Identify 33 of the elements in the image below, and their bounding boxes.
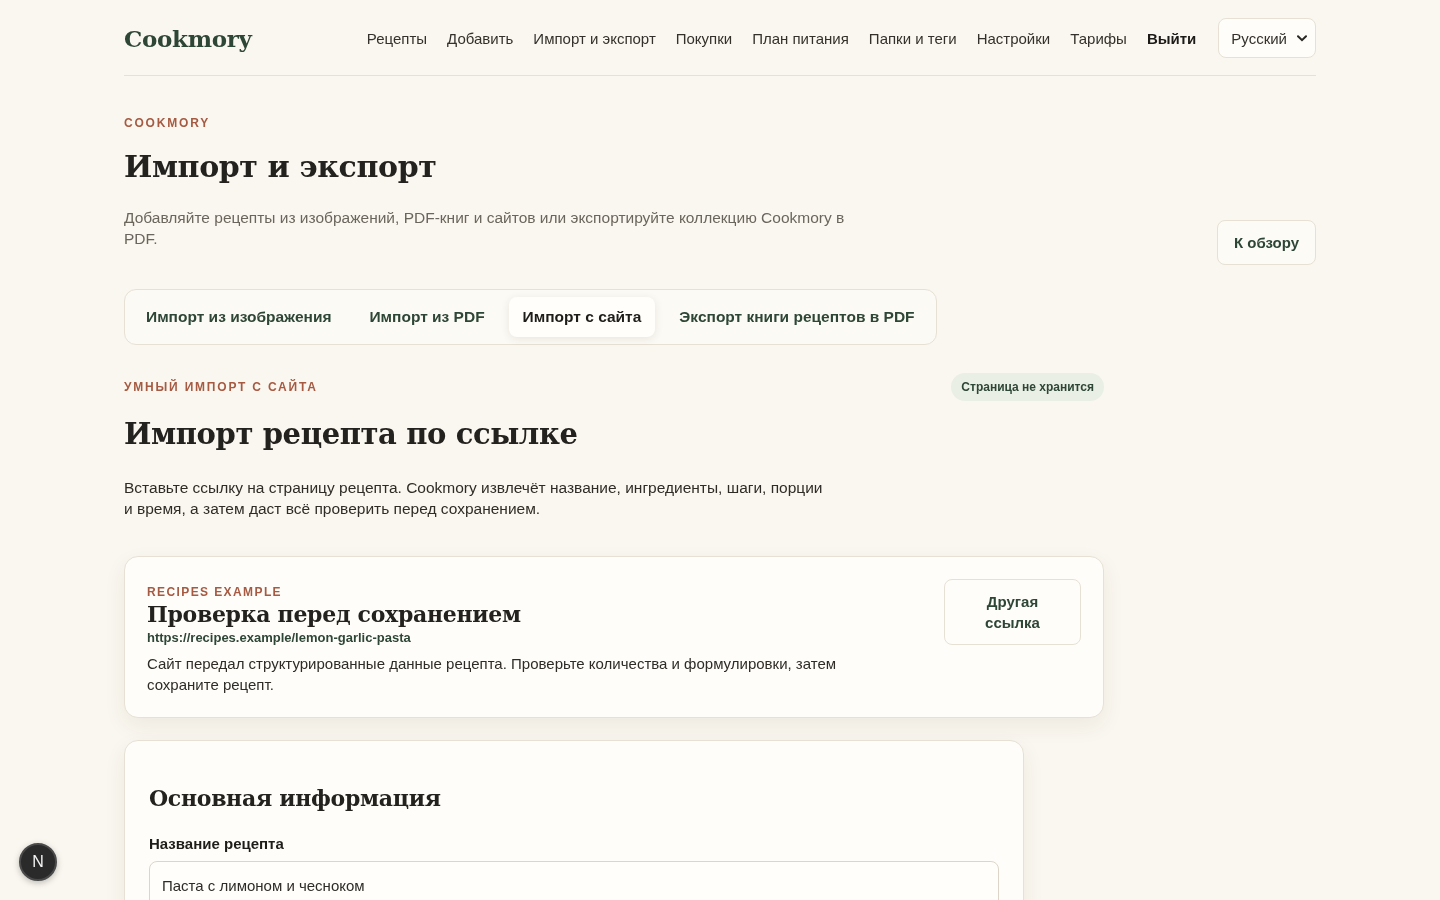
nav-link[interactable]: Покупки	[675, 29, 733, 47]
logout-link[interactable]: Выйти	[1146, 29, 1197, 47]
nav-link[interactable]: Импорт и экспорт	[533, 29, 656, 47]
tab[interactable]: Экспорт книги рецептов в PDF	[665, 297, 929, 337]
review-title: Проверка перед сохранением	[147, 600, 522, 629]
nav-link[interactable]: Тарифы	[1070, 29, 1127, 47]
recipe-name-input[interactable]: Паста с лимоном и чесноком	[149, 861, 999, 900]
section-title: Импорт рецепта по ссылке	[124, 416, 579, 453]
recipe-url: https://recipes.example/lemon-garlic-pasta	[147, 629, 412, 647]
language-select[interactable]: Русский	[1218, 18, 1316, 58]
tab[interactable]: Импорт с сайта	[508, 297, 656, 337]
section-eyebrow: УМНЫЙ ИМПОРТ С САЙТА	[124, 380, 318, 394]
dev-tools-button[interactable]: N	[19, 843, 57, 881]
review-message: Сайт передал структурированные данные рецепта. Проверьте количества и формулировки, затем сохраните рецепт.	[147, 654, 838, 695]
privacy-badge: Страница не хранится	[951, 373, 1104, 401]
back-to-overview-button[interactable]: К обзору	[1216, 220, 1316, 265]
page-title: Импорт и экспорт	[124, 148, 438, 186]
card-title: Основная информация	[149, 784, 442, 813]
tab[interactable]: Импорт из PDF	[355, 297, 499, 337]
field-label: Название рецепта	[149, 834, 285, 854]
other-link-button[interactable]: Другая ссылка	[944, 579, 1081, 645]
source-label: RECIPES EXAMPLE	[147, 585, 284, 599]
section-description: Вставьте ссылку на страницу рецепта. Cookmory извлечёт название, ингредиенты, шаги, порции и время, а затем даст всё проверить перед сохранением.	[124, 478, 824, 519]
nav-link[interactable]: Папки и теги	[868, 29, 957, 47]
nav-link[interactable]: Рецепты	[366, 29, 428, 47]
tab[interactable]: Импорт из изображения	[132, 297, 346, 337]
chevron-down-icon	[1297, 34, 1307, 42]
nav-link[interactable]: Настройки	[976, 29, 1051, 47]
logo[interactable]: Cookmory	[124, 24, 252, 52]
nav-link[interactable]: Добавить	[447, 29, 514, 47]
page-description: Добавляйте рецепты из изображений, PDF-книг и сайтов или экспортируйте коллекцию Cookmory в PDF.	[124, 208, 846, 249]
nav-link[interactable]: План питания	[752, 29, 849, 47]
eyebrow-label: COOKMORY	[124, 116, 211, 130]
